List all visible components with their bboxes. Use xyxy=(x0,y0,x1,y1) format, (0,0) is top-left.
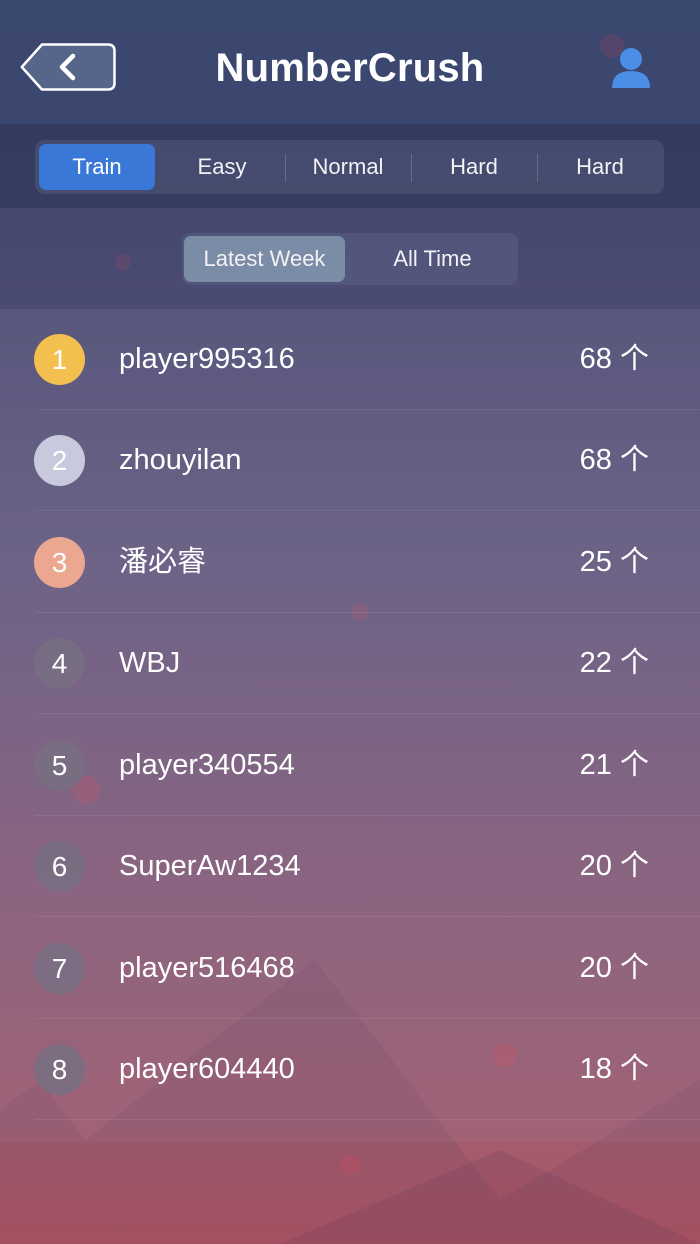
tab-train[interactable]: Train xyxy=(39,144,155,190)
leaderboard-row[interactable]: 7 player516468 20 个 xyxy=(0,918,700,1019)
player-name: zhouyilan xyxy=(119,444,242,476)
player-score: 18 个 xyxy=(579,1053,649,1085)
player-score: 21 个 xyxy=(579,749,649,781)
chevron-left-icon xyxy=(20,43,116,91)
tab-normal[interactable]: Normal xyxy=(285,144,411,190)
tab-hard-2[interactable]: Hard xyxy=(537,144,663,190)
back-button[interactable] xyxy=(20,43,116,91)
leaderboard-row[interactable]: 8 player604440 18 个 xyxy=(0,1019,700,1120)
rank-badge: 4 xyxy=(34,638,85,689)
player-score: 68 个 xyxy=(579,343,649,375)
tab-easy[interactable]: Easy xyxy=(159,144,285,190)
leaderboard-row[interactable]: 5 player340554 21 个 xyxy=(0,715,700,816)
player-name: SuperAw1234 xyxy=(119,850,301,882)
row-divider xyxy=(35,1119,700,1120)
leaderboard-row[interactable]: 2 zhouyilan 68 个 xyxy=(0,410,700,511)
nav-header: NumberCrush xyxy=(0,0,700,124)
row-divider xyxy=(35,510,700,511)
difficulty-bar: Train Easy Normal Hard Hard xyxy=(0,124,700,208)
leaderboard-row[interactable]: 3 潘必睿 25 个 xyxy=(0,512,700,613)
rank-badge: 5 xyxy=(34,740,85,791)
row-divider xyxy=(35,916,700,917)
rank-badge: 3 xyxy=(34,537,85,588)
app-title: NumberCrush xyxy=(215,46,485,90)
player-score: 20 个 xyxy=(579,952,649,984)
player-name: player516468 xyxy=(119,952,295,984)
rank-badge: 6 xyxy=(34,841,85,892)
player-name: WBJ xyxy=(119,647,181,679)
rank-badge: 8 xyxy=(34,1044,85,1095)
tab-hard[interactable]: Hard xyxy=(411,144,537,190)
player-name: player604440 xyxy=(119,1053,295,1085)
leaderboard-list: 1 player995316 68 个 2 zhouyilan 68 个 3 潘… xyxy=(0,309,700,1142)
rank-badge: 7 xyxy=(34,943,85,994)
profile-button[interactable] xyxy=(608,46,654,90)
period-segmented-control: Latest Week All Time xyxy=(182,233,518,285)
leaderboard-row[interactable]: 6 SuperAw1234 20 个 xyxy=(0,816,700,917)
player-score: 25 个 xyxy=(579,546,649,578)
tab-all-time[interactable]: All Time xyxy=(349,236,516,282)
player-score: 22 个 xyxy=(579,647,649,679)
leaderboard-row[interactable]: 4 WBJ 22 个 xyxy=(0,613,700,714)
player-score: 68 个 xyxy=(579,444,649,476)
row-divider xyxy=(35,713,700,714)
leaderboard-row[interactable]: 1 player995316 68 个 xyxy=(0,309,700,410)
player-name: player340554 xyxy=(119,749,295,781)
player-name: 潘必睿 xyxy=(119,546,207,578)
tab-latest-week[interactable]: Latest Week xyxy=(184,236,345,282)
rank-badge: 1 xyxy=(34,334,85,385)
person-icon xyxy=(612,48,650,88)
rank-badge: 2 xyxy=(34,435,85,486)
period-bar: Latest Week All Time xyxy=(0,208,700,309)
player-name: player995316 xyxy=(119,343,295,375)
difficulty-segmented-control: Train Easy Normal Hard Hard xyxy=(35,140,664,194)
player-score: 20 个 xyxy=(579,850,649,882)
